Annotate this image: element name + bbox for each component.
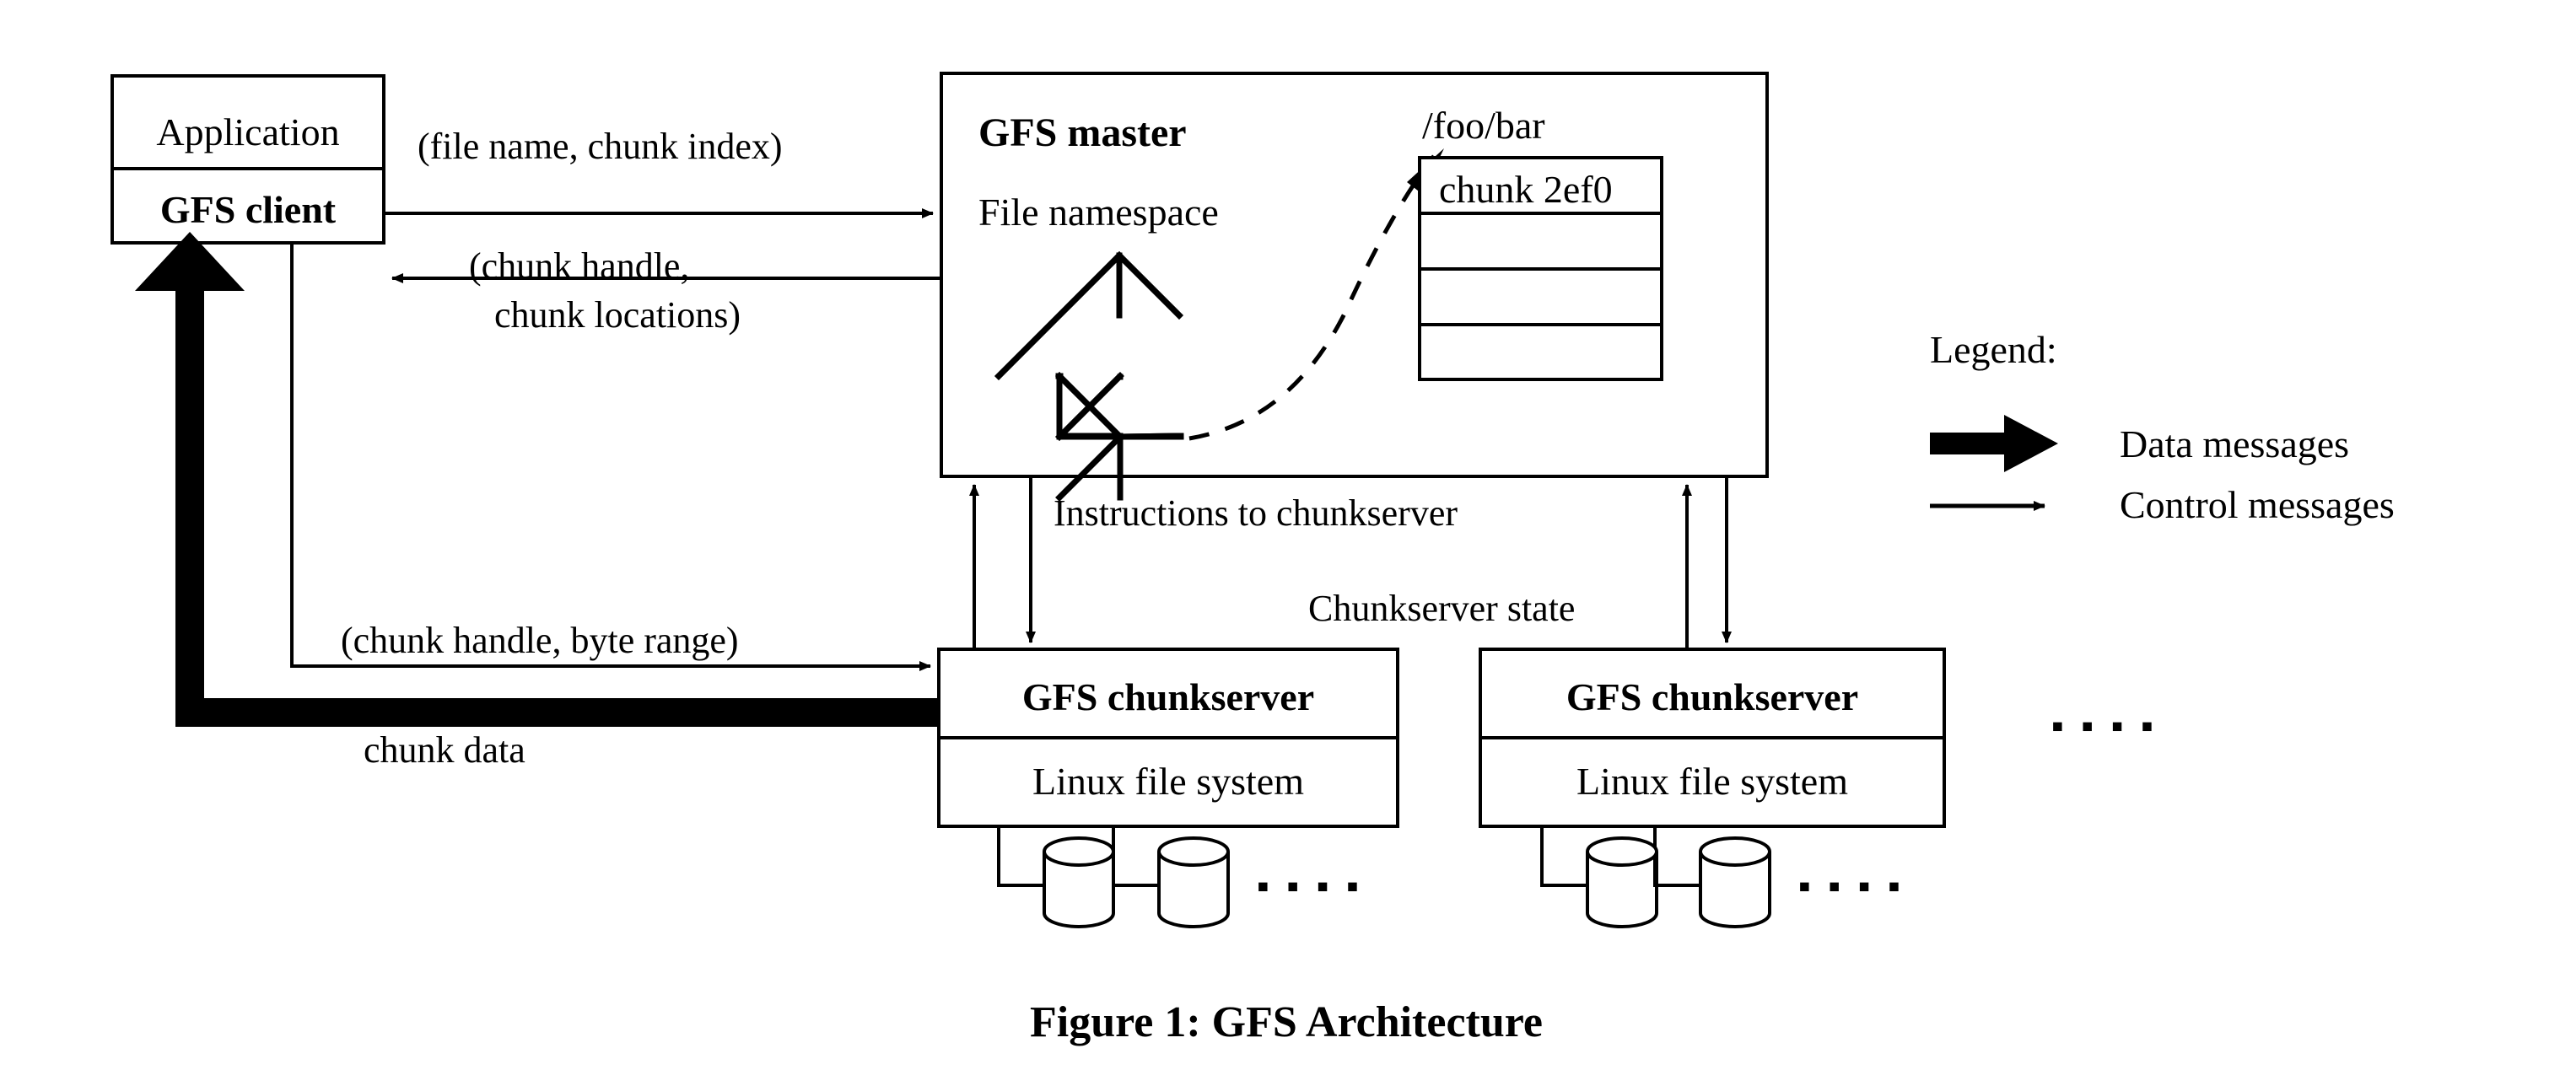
gfs-client-label: GFS client xyxy=(159,188,337,231)
data-request-edge-label: (chunk handle, byte range) xyxy=(341,620,739,661)
chunkserver-2-filesystem-label: Linux file system xyxy=(1576,760,1848,803)
legend-data-messages-label: Data messages xyxy=(2120,422,2350,465)
reply-edge-label-line2: chunk locations) xyxy=(494,294,741,336)
gfs-master-title: GFS master xyxy=(978,110,1187,155)
disk-cylinder-icon xyxy=(1043,836,1115,928)
request-edge-label: (file name, chunk index) xyxy=(418,126,783,167)
chunk-table-row-0-label: chunk 2ef0 xyxy=(1439,168,1613,211)
legend-control-messages-label: Control messages xyxy=(2120,483,2395,526)
more-chunkservers-ellipsis: ▪ ▪ ▪ ▪ xyxy=(2051,707,2158,746)
chunkserver-1-title: GFS chunkserver xyxy=(1021,675,1315,718)
chunk-data-edge-label: chunk data xyxy=(364,729,525,771)
gfs-architecture-figure: Application GFS client GFS master File n… xyxy=(0,0,2576,1086)
chunkserver-1-filesystem-label: Linux file system xyxy=(1032,760,1304,803)
instructions-edge-label: Instructions to chunkserver xyxy=(1054,492,1458,534)
foo-bar-path-label: /foo/bar xyxy=(1422,104,1545,147)
figure-caption: Figure 1: GFS Architecture xyxy=(1029,998,1543,1046)
chunkserver-state-edge-label: Chunkserver state xyxy=(1308,588,1576,629)
chunkserver-2-disks-ellipsis: ▪ ▪ ▪ ▪ xyxy=(1798,868,1905,906)
reply-edge-label-line1: (chunk handle, xyxy=(469,245,690,287)
disk-cylinder-icon xyxy=(1157,836,1230,928)
chunkserver-2-title: GFS chunkserver xyxy=(1566,675,1859,718)
file-namespace-label: File namespace xyxy=(978,191,1219,234)
legend-data-arrow-icon xyxy=(1930,415,2058,472)
disk-cylinder-icon xyxy=(1586,836,1658,928)
chunkserver-1-disks-ellipsis: ▪ ▪ ▪ ▪ xyxy=(1257,868,1364,906)
legend-title: Legend: xyxy=(1930,328,2057,371)
diagram-canvas xyxy=(110,72,2058,928)
application-label: Application xyxy=(156,110,340,153)
disk-cylinder-icon xyxy=(1699,836,1771,928)
